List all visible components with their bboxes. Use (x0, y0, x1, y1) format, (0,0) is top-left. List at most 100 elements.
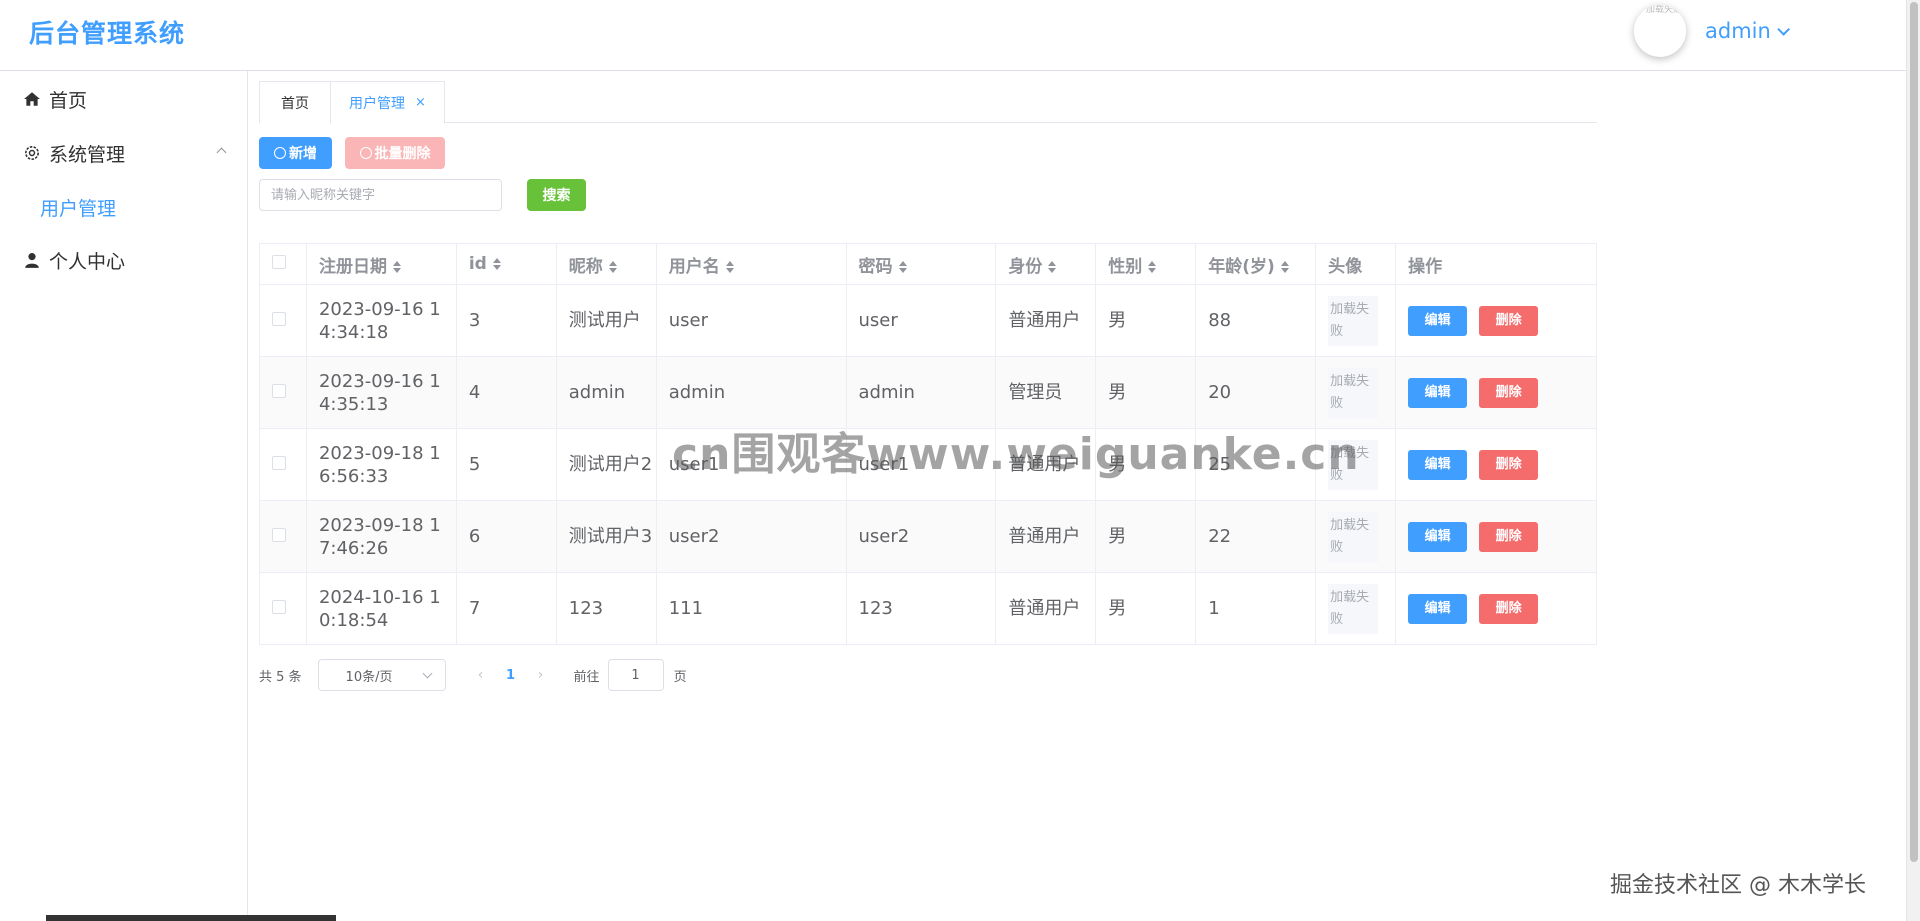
add-button[interactable]: 新增 (259, 137, 332, 169)
column-header-id[interactable]: id (456, 243, 557, 285)
edit-button[interactable]: 编辑 (1408, 449, 1468, 480)
select-all-checkbox[interactable] (272, 255, 286, 269)
cell-avatar: 加载失败 (1315, 500, 1397, 573)
cell-role: 普通用户 (995, 284, 1097, 357)
cell-actions: 编辑 删除 (1395, 572, 1597, 645)
cell-date: 2023-09-16 14:35:13 (306, 356, 457, 429)
cell-password: user2 (846, 500, 997, 573)
tab-home[interactable]: 首页 (259, 81, 331, 123)
row-select-cell (259, 356, 307, 429)
column-header-username[interactable]: 用户名 (656, 243, 847, 285)
batch-delete-label: 批量删除 (374, 145, 431, 161)
column-header-label: 注册日期 (318, 256, 387, 277)
sidebar-item-home[interactable]: 首页 (0, 74, 247, 124)
sidebar-item-system[interactable]: 系统管理 (0, 128, 247, 178)
sort-icon[interactable] (1280, 260, 1289, 273)
column-header-nickname[interactable]: 昵称 (556, 243, 657, 285)
user-table: 注册日期 id 昵称 用户名 密码 身份 性别 年龄(岁) 头像 操作 2023… (259, 243, 1597, 645)
page-number-current[interactable]: 1 (496, 668, 526, 683)
cell-password: admin (846, 356, 997, 429)
avatar-image-error: 加载失败 (1328, 583, 1379, 634)
cell-nickname: 测试用户2 (556, 428, 657, 501)
scrollbar-thumb[interactable] (1910, 2, 1918, 862)
cell-date: 2023-09-16 14:34:18 (306, 284, 457, 357)
edit-button[interactable]: 编辑 (1408, 593, 1468, 624)
column-header-label: 密码 (858, 256, 893, 277)
table-header-row: 注册日期 id 昵称 用户名 密码 身份 性别 年龄(岁) 头像 操作 (259, 243, 1597, 285)
cell-date: 2023-09-18 16:56:33 (306, 428, 457, 501)
watermark-corner: 掘金技术社区 @ 木木学长 (1610, 873, 1866, 898)
sidebar-item-users[interactable]: 用户管理 (0, 182, 247, 232)
sort-icon[interactable] (492, 258, 501, 270)
horizontal-scrollbar[interactable] (46, 915, 336, 921)
row-checkbox[interactable] (272, 456, 286, 470)
next-page-button[interactable]: › (526, 667, 556, 683)
goto-unit: 页 (673, 669, 687, 685)
prev-page-button[interactable]: ‹ (466, 667, 496, 683)
cell-age: 20 (1195, 356, 1317, 429)
user-icon (25, 253, 39, 268)
delete-button[interactable]: 删除 (1479, 521, 1539, 552)
avatar-fallback-text: 加载失败 (1646, 5, 1683, 15)
row-checkbox[interactable] (272, 384, 286, 398)
table-row: 2023-09-18 16:56:33 5 测试用户2 user1 user1 … (259, 428, 1597, 501)
column-header-age[interactable]: 年龄(岁) (1195, 243, 1317, 285)
cell-gender: 男 (1095, 572, 1197, 645)
chevron-down-icon[interactable] (1777, 22, 1790, 36)
cell-actions: 编辑 删除 (1395, 428, 1597, 501)
tab-user-management[interactable]: 用户管理 × (330, 81, 445, 124)
cell-actions: 编辑 删除 (1395, 500, 1597, 573)
column-header-password[interactable]: 密码 (846, 243, 997, 285)
pagination-total: 共 5 条 (259, 669, 302, 685)
edit-button[interactable]: 编辑 (1408, 377, 1468, 408)
user-menu[interactable]: 加载失败 admin (1634, 5, 1790, 57)
batch-delete-button[interactable]: 批量删除 (345, 137, 445, 169)
search-input[interactable] (259, 179, 502, 211)
delete-button[interactable]: 删除 (1479, 593, 1539, 624)
column-header-role[interactable]: 身份 (995, 243, 1097, 285)
sidebar-item-label: 首页 (49, 89, 88, 112)
avatar[interactable]: 加载失败 (1634, 5, 1686, 57)
column-header-label: 身份 (1008, 256, 1043, 277)
cell-username: admin (656, 356, 847, 429)
tab-bar: 首页 用户管理 × (259, 81, 1597, 124)
cell-password: user1 (846, 428, 997, 501)
row-checkbox[interactable] (272, 600, 286, 614)
cell-id: 6 (456, 500, 557, 573)
avatar-image-error: 加载失败 (1328, 511, 1379, 562)
sidebar-item-profile[interactable]: 个人中心 (0, 235, 247, 285)
edit-button[interactable]: 编辑 (1408, 521, 1468, 552)
main-content: 首页 用户管理 × 新增 批量删除 搜索 注册日期 id 昵称 用户名 密码 身… (249, 71, 1906, 921)
sort-icon[interactable] (608, 260, 617, 273)
cell-nickname: 123 (556, 572, 657, 645)
page-size-select[interactable]: 10条/页 (317, 659, 446, 691)
goto-page-input[interactable] (607, 659, 664, 691)
delete-button[interactable]: 删除 (1479, 305, 1539, 336)
column-header-gender[interactable]: 性别 (1095, 243, 1197, 285)
user-name[interactable]: admin (1705, 19, 1771, 43)
sort-icon[interactable] (392, 260, 401, 273)
vertical-scrollbar[interactable] (1906, 0, 1920, 921)
cell-id: 5 (456, 428, 557, 501)
cell-username: 111 (656, 572, 847, 645)
sort-icon[interactable] (1148, 260, 1157, 273)
sort-icon[interactable] (725, 260, 734, 273)
avatar-image-error: 加载失败 (1328, 439, 1379, 490)
search-button[interactable]: 搜索 (527, 179, 586, 211)
cell-avatar: 加载失败 (1315, 284, 1397, 357)
edit-button[interactable]: 编辑 (1408, 305, 1468, 336)
column-header-date[interactable]: 注册日期 (306, 243, 457, 285)
delete-button[interactable]: 删除 (1479, 377, 1539, 408)
cell-gender: 男 (1095, 284, 1197, 357)
row-checkbox[interactable] (272, 312, 286, 326)
sort-icon[interactable] (898, 260, 907, 273)
cell-id: 3 (456, 284, 557, 357)
cell-username: user (656, 284, 847, 357)
column-header-label: 用户名 (668, 256, 720, 277)
close-icon[interactable]: × (415, 95, 426, 110)
delete-button[interactable]: 删除 (1479, 449, 1539, 480)
row-checkbox[interactable] (272, 528, 286, 542)
minus-circle-icon (359, 147, 372, 159)
column-header-avatar: 头像 (1315, 243, 1397, 285)
sort-icon[interactable] (1048, 260, 1057, 273)
